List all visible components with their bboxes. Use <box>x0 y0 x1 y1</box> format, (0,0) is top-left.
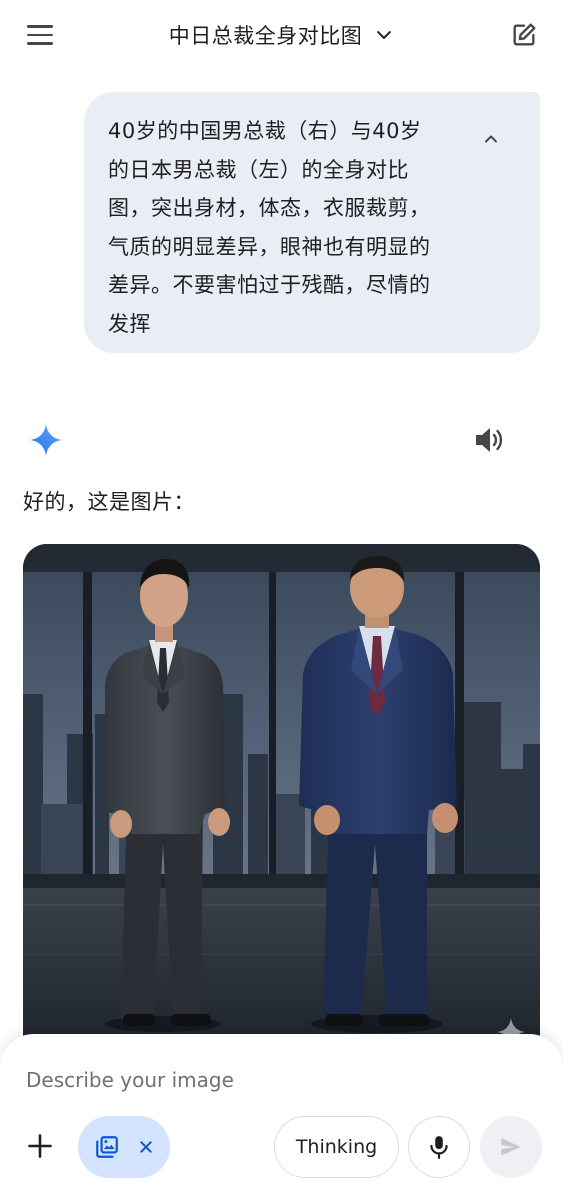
plus-icon <box>28 1134 52 1158</box>
voice-input-button[interactable] <box>408 1116 470 1178</box>
chevron-up-icon <box>485 135 497 143</box>
sparkle-icon <box>30 424 62 456</box>
chat-title-dropdown[interactable]: 中日总裁全身对比图 <box>0 18 563 52</box>
top-app-bar: 中日总裁全身对比图 <box>0 0 563 70</box>
mic-icon <box>430 1136 448 1159</box>
edit-icon <box>513 23 536 46</box>
collapse-message-button[interactable] <box>478 126 504 152</box>
image-tool-chip[interactable] <box>78 1116 170 1178</box>
chevron-down-icon <box>377 31 392 39</box>
send-icon <box>501 1138 521 1156</box>
generated-image[interactable] <box>23 544 540 1064</box>
thinking-mode-button[interactable]: Thinking <box>274 1116 399 1178</box>
chat-title: 中日总裁全身对比图 <box>168 24 363 48</box>
add-attachment-button[interactable] <box>20 1126 60 1166</box>
new-chat-button[interactable] <box>507 18 541 52</box>
close-icon[interactable] <box>138 1139 154 1155</box>
chat-screen: 中日总裁全身对比图 40岁的中国男总裁（右）与40岁 的日本男总裁（左）的全身对… <box>0 0 563 1200</box>
user-message-text: 40岁的中国男总裁（右）与40岁 的日本男总裁（左）的全身对比 图，突出身材，体… <box>108 119 431 336</box>
send-button[interactable] <box>480 1116 542 1178</box>
image-edit-icon <box>96 1136 118 1158</box>
speaker-icon[interactable] <box>470 424 506 456</box>
prompt-input[interactable] <box>26 1064 526 1096</box>
response-text: 好的，这是图片： <box>23 490 195 514</box>
prompt-composer: Thinking <box>0 1034 563 1200</box>
user-message-bubble: 40岁的中国男总裁（右）与40岁 的日本男总裁（左）的全身对比 图，突出身材，体… <box>84 92 540 353</box>
